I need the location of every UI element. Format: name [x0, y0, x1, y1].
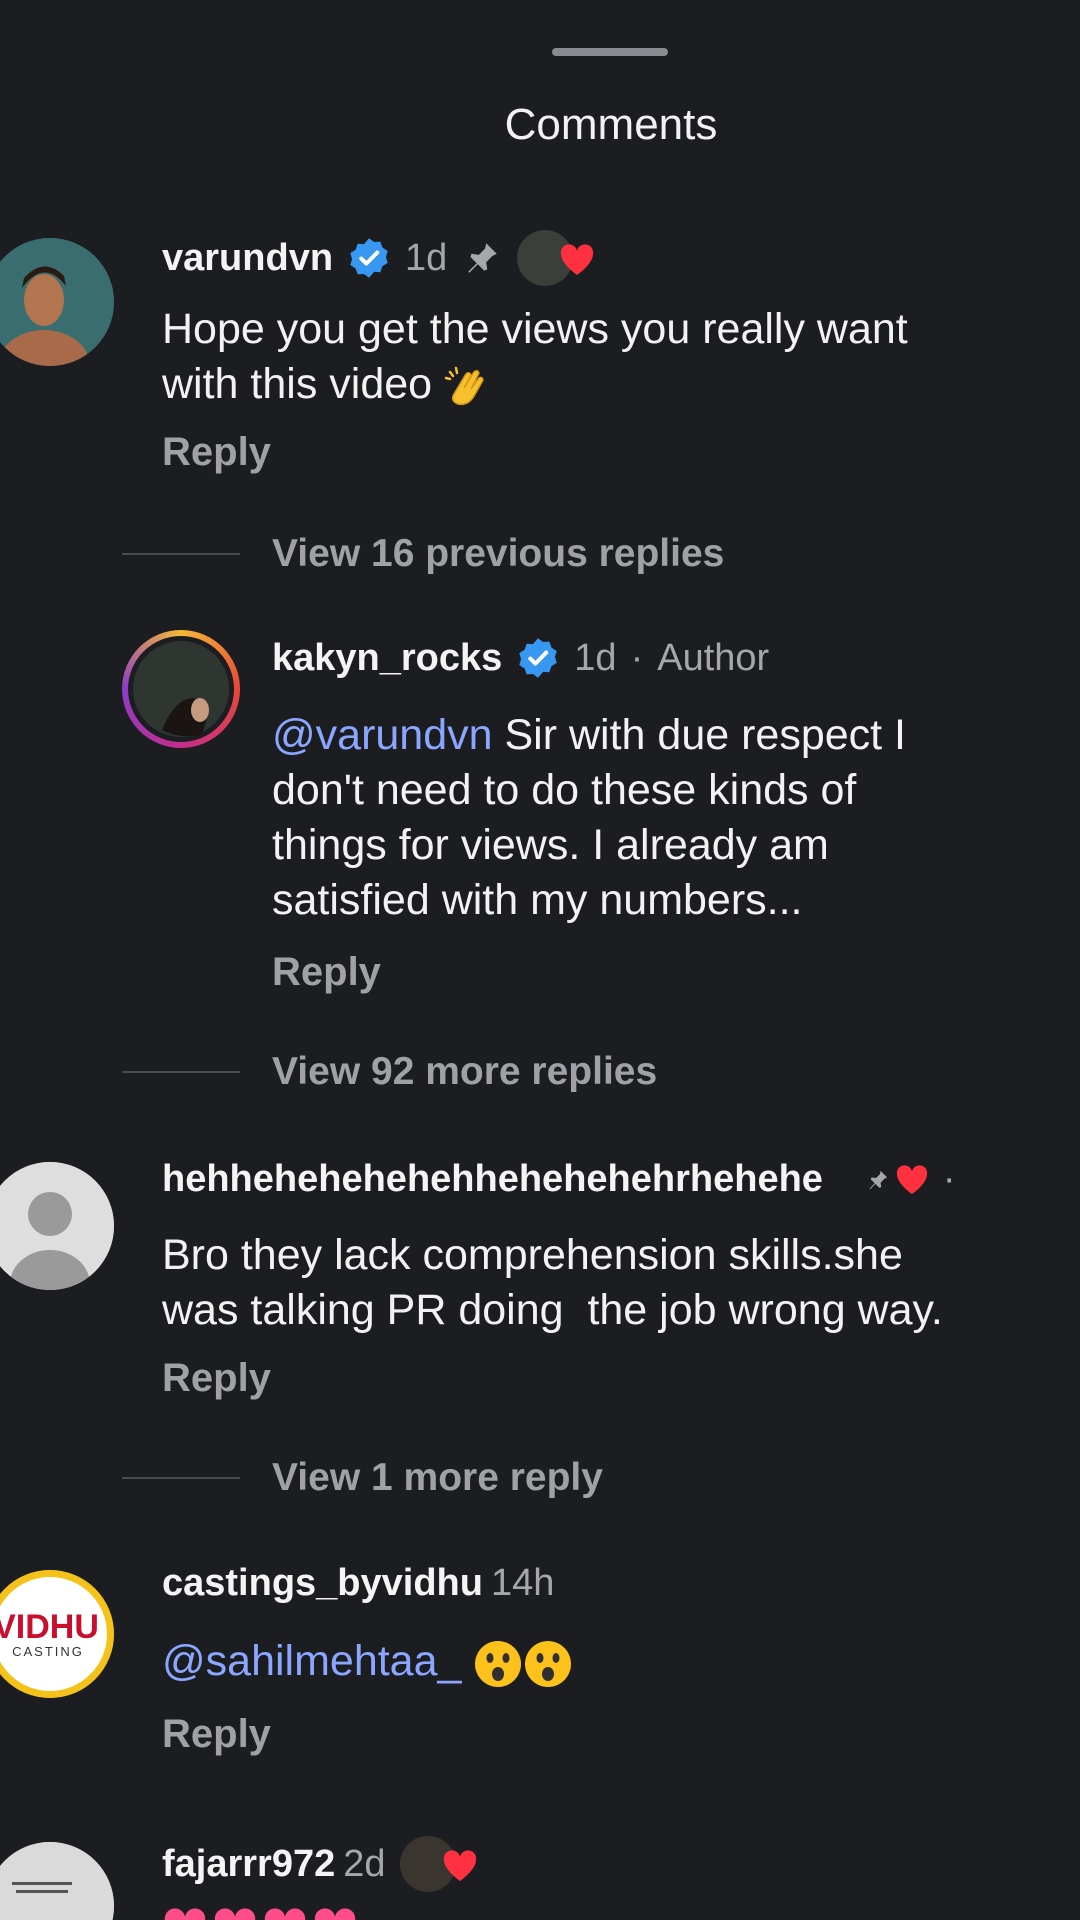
view-replies-label: View 92 more replies [272, 1050, 658, 1093]
username[interactable]: varundvn [162, 237, 333, 280]
astonished-face-emoji [525, 1640, 572, 1687]
separator-dot: · [630, 636, 644, 679]
drag-handle[interactable] [552, 48, 668, 56]
comment-text: Bro they lack comprehension skills.she w… [162, 1231, 943, 1334]
view-replies-label: View 1 more reply [272, 1456, 603, 1499]
creator-liked-badge [517, 230, 599, 286]
avatar-with-story-ring[interactable] [122, 630, 240, 748]
avatar-photo [0, 1842, 114, 1920]
clapping-hands-emoji [444, 366, 484, 405]
view-replies-label: View 16 previous replies [272, 532, 725, 575]
heart-icon [896, 1164, 928, 1194]
default-avatar-icon [0, 1162, 114, 1290]
divider [122, 1071, 240, 1073]
mention-link[interactable]: @varundvn [272, 711, 493, 759]
reply-button[interactable]: Reply [162, 1712, 271, 1757]
verified-badge-icon [519, 638, 557, 678]
heart-icon [314, 1908, 356, 1920]
comment-time: 2d [343, 1842, 386, 1885]
comment-text: @varundvn Sir with due respect I don't n… [272, 711, 907, 924]
sheet-title: Comments [504, 100, 718, 149]
reply-button[interactable]: Reply [162, 1356, 271, 1401]
vidhu-casting-logo: VIDHU CASTING [0, 1570, 114, 1698]
avatar[interactable]: VIDHU CASTING [0, 1570, 114, 1698]
logo-text-bottom: CASTING [12, 1644, 84, 1659]
author-label: Author [657, 636, 770, 679]
heart-icon [443, 1850, 476, 1881]
username[interactable]: castings_byvidhu [162, 1562, 483, 1605]
heart-icon [264, 1908, 306, 1920]
username[interactable]: hehhehehehehehhehehehehrhehehe [162, 1158, 823, 1201]
avatar[interactable] [0, 238, 114, 366]
heart-emoji-row [162, 1908, 358, 1920]
comment-time: 1d [405, 236, 448, 279]
pin-icon [468, 243, 498, 273]
astonished-face-emoji [475, 1640, 522, 1687]
username[interactable]: fajarrr972 [162, 1843, 335, 1886]
view-more-replies-button[interactable]: View 1 more reply [122, 1456, 603, 1500]
reply-button[interactable]: Reply [162, 430, 271, 475]
creator-liked-badge [399, 1836, 482, 1892]
avatar-photo [0, 238, 114, 366]
avatar[interactable] [0, 1842, 114, 1920]
heart-icon [214, 1908, 256, 1920]
view-more-replies-button[interactable]: View 92 more replies [122, 1050, 657, 1094]
comment-text: @sahilmehtaa_ [162, 1634, 573, 1689]
view-previous-replies-button[interactable]: View 16 previous replies [122, 532, 724, 576]
separator-dot: · [942, 1158, 956, 1200]
avatar[interactable] [0, 1162, 114, 1290]
pin-icon [869, 1170, 888, 1189]
comments-sheet: Comments varundvn 1d Hope you get the vi… [0, 0, 1080, 1920]
heart-icon [164, 1908, 206, 1920]
avatar-photo [128, 636, 234, 742]
mention-link[interactable]: @sahilmehtaa_ [162, 1637, 461, 1685]
comment-time: 14h [490, 1562, 555, 1604]
verified-badge-icon [350, 238, 388, 278]
comment-text: Hope you get the views you really want w… [162, 305, 908, 408]
reply-button[interactable]: Reply [272, 950, 381, 995]
divider [122, 553, 240, 555]
username[interactable]: kakyn_rocks [272, 637, 502, 680]
logo-text-top: VIDHU [0, 1608, 99, 1646]
comment-time: 1d [574, 636, 617, 679]
divider [122, 1477, 240, 1479]
heart-icon [561, 244, 594, 275]
